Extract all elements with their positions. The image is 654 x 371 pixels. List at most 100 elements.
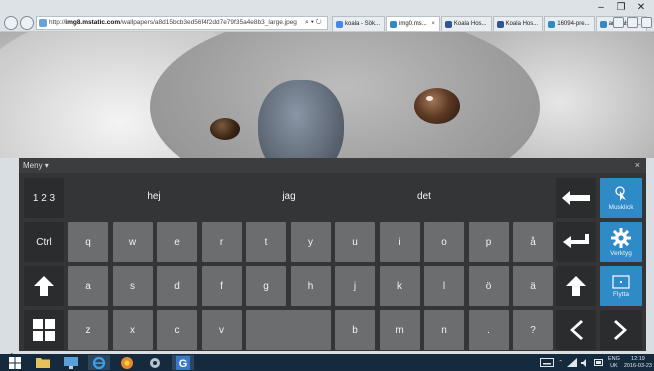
minimize-button[interactable]: – [594, 2, 608, 13]
file-explorer-button[interactable] [32, 355, 54, 370]
cursor-left-key[interactable] [556, 310, 596, 350]
tab-strip: koala - Sök... img0.ms... × Koala Hos...… [332, 16, 648, 31]
google-app-button[interactable]: G [172, 355, 194, 370]
tools-label: Verktyg [610, 249, 632, 257]
remote-desktop-button[interactable] [60, 355, 82, 370]
move-icon [612, 274, 630, 289]
on-screen-keyboard: Meny ▾ × 1 2 3 hej jag det Musklick Ctrl… [19, 158, 646, 351]
browser-chrome: – ❐ ✕ http://img8.mstatic.com/wallpapers… [0, 0, 654, 32]
key-q[interactable]: q [68, 222, 108, 262]
key-z[interactable]: z [68, 310, 108, 350]
key-n[interactable]: n [424, 310, 464, 350]
suggestion-2[interactable]: jag [244, 176, 334, 216]
enter-key[interactable] [556, 222, 596, 262]
maximize-button[interactable]: ❐ [614, 2, 628, 13]
browser-toolbar-icons [613, 17, 652, 28]
key-x[interactable]: x [112, 310, 153, 350]
clock-time: 12:19 [631, 355, 645, 362]
key-b[interactable]: b [335, 310, 375, 350]
key-ö[interactable]: ö [468, 266, 509, 306]
key-m[interactable]: m [379, 310, 420, 350]
key-v[interactable]: v [201, 310, 242, 350]
key-t[interactable]: t [246, 222, 286, 262]
numbers-key[interactable]: 1 2 3 [24, 178, 64, 218]
key-j[interactable]: j [335, 266, 375, 306]
key-ä[interactable]: ä [513, 266, 553, 306]
key-s[interactable]: s [112, 266, 153, 306]
key-r[interactable]: r [201, 222, 242, 262]
address-tools[interactable]: ⌕ ▾ ↻ [305, 16, 322, 30]
key-p[interactable]: p [468, 222, 509, 262]
x-tab-icon [496, 21, 504, 28]
tab-koala-hos-2[interactable]: Koala Hos... [492, 16, 544, 31]
start-button[interactable] [4, 355, 26, 370]
suggestion-3[interactable]: det [379, 176, 469, 216]
ie-tab-icon [390, 21, 398, 28]
back-button[interactable] [4, 16, 18, 30]
tab-close-button[interactable]: × [431, 21, 435, 27]
ctrl-key[interactable]: Ctrl [24, 222, 64, 262]
shift-arrow-icon [34, 276, 54, 296]
shift-key-left[interactable] [24, 266, 64, 306]
key-h[interactable]: h [290, 266, 331, 306]
volume-icon[interactable] [580, 358, 590, 367]
media-app-button[interactable] [116, 355, 138, 370]
favorites-star-icon[interactable] [627, 17, 638, 28]
forward-button[interactable] [20, 16, 34, 30]
address-prefix: http:// [49, 19, 66, 26]
battery-icon[interactable] [593, 359, 604, 366]
touch-keyboard-icon[interactable] [540, 358, 555, 367]
move-button[interactable]: Flytta [600, 266, 642, 306]
network-icon[interactable] [566, 358, 577, 367]
home-icon[interactable] [613, 17, 624, 28]
tab-label: koala - Sök... [345, 21, 381, 27]
horizontal-scrollbar[interactable] [6, 346, 646, 359]
internet-explorer-icon [92, 356, 106, 369]
key-l[interactable]: l [424, 266, 464, 306]
key-å[interactable]: å [513, 222, 553, 262]
key-i[interactable]: i [379, 222, 420, 262]
page-favicon-icon [39, 19, 47, 27]
space-bar[interactable] [246, 310, 331, 350]
address-host: img8.mstatic.com [65, 19, 121, 26]
clock[interactable]: 12:19 2016-03-23 [624, 356, 652, 370]
tab-16094-pre[interactable]: 16094-pre... [544, 16, 595, 31]
internet-explorer-button[interactable] [88, 355, 110, 370]
key-u[interactable]: u [335, 222, 375, 262]
suggestion-1[interactable]: hej [109, 176, 199, 216]
file-explorer-icon [36, 358, 50, 368]
tools-button[interactable]: Verktyg [600, 222, 642, 262]
settings-app-button[interactable] [144, 355, 166, 370]
shift-key-right[interactable] [556, 266, 596, 306]
key-w[interactable]: w [112, 222, 153, 262]
address-bar[interactable]: http://img8.mstatic.com/wallpapers/a8d15… [36, 16, 328, 30]
menu-button[interactable]: Meny ▾ [23, 161, 49, 170]
cursor-right-key[interactable] [600, 310, 642, 350]
windows-key[interactable] [24, 310, 64, 350]
ie-tab-icon [599, 21, 607, 28]
key-f[interactable]: f [201, 266, 242, 306]
remote-desktop-icon [64, 356, 78, 369]
key-d[interactable]: d [157, 266, 197, 306]
language-indicator[interactable]: ENG UK [608, 356, 620, 370]
address-path: /wallpapers/a8d15bcb3ed56f4f2dd7e79f35a4… [120, 19, 297, 26]
key-period[interactable]: . [468, 310, 509, 350]
tab-koala-hos-1[interactable]: Koala Hos... [440, 16, 492, 31]
keyboard-title-bar: Meny ▾ × [19, 158, 646, 173]
key-a[interactable]: a [68, 266, 108, 306]
key-e[interactable]: e [157, 222, 197, 262]
key-o[interactable]: o [424, 222, 464, 262]
key-question[interactable]: ? [513, 310, 553, 350]
settings-gear-icon[interactable] [641, 17, 652, 28]
backspace-key[interactable] [556, 178, 596, 218]
key-y[interactable]: y [290, 222, 331, 262]
tab-koala-search[interactable]: koala - Sök... [332, 16, 386, 31]
keyboard-close-button[interactable]: × [635, 158, 640, 173]
key-k[interactable]: k [379, 266, 420, 306]
tab-img0[interactable]: img0.ms... × [386, 16, 440, 31]
close-window-button[interactable]: ✕ [634, 2, 648, 13]
tray-chevron-icon[interactable]: ⌃ [558, 360, 563, 366]
key-g[interactable]: g [246, 266, 286, 306]
key-c[interactable]: c [157, 310, 197, 350]
mouse-click-button[interactable]: Musklick [600, 178, 642, 218]
